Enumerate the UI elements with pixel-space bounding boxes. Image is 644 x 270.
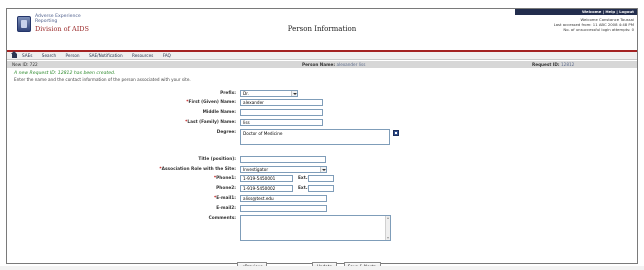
scroll-down-icon[interactable] (386, 237, 389, 239)
association-role-label: *Association Role with the Site: (159, 167, 236, 172)
nav-item-saes[interactable]: SAEs (22, 53, 32, 58)
success-message: A new Request ID: 12812 has been created… (14, 71, 116, 76)
comments-row: Comments: (7, 215, 637, 243)
nav-item-person[interactable]: Person (66, 53, 80, 58)
phone1-input[interactable]: 1-919-5450001 (240, 175, 293, 182)
header: Adverse Experience Reporting Division of… (7, 9, 637, 50)
first-name-row: *First (Given) Name: alexander (7, 99, 637, 107)
degree-label: Degree: (216, 130, 236, 135)
revision-id: New ID: 722 (12, 62, 38, 67)
app-window: Adverse Experience Reporting Division of… (6, 8, 638, 270)
association-role-select[interactable]: Investigator (240, 166, 327, 173)
last-name-input[interactable]: liss (240, 119, 323, 126)
last-name-row: *Last (Family) Name: liss (7, 119, 637, 127)
person-name-value: alexander liss (336, 62, 366, 67)
title-label: Title (position): (198, 157, 236, 162)
nav-item-search[interactable]: Search (42, 53, 56, 58)
phone2-ext-input[interactable] (308, 185, 334, 192)
phone2-row: Phone2: 1-919-5450002 Ext.: (7, 185, 637, 193)
page-bottom-margin (0, 266, 644, 270)
welcome-panel: Welcome Constance Toussai Last accessed … (484, 17, 634, 33)
phone2-input[interactable]: 1-919-5450002 (240, 185, 293, 192)
degree-field[interactable]: Doctor of Medicine (240, 129, 390, 145)
degree-picker-icon[interactable] (393, 130, 399, 136)
email1-label: *E-mail1: (214, 196, 236, 201)
degree-row: Degree: Doctor of Medicine (7, 129, 637, 147)
phone1-ext-input[interactable] (308, 175, 334, 182)
prefix-row: Prefix: Dr. (7, 90, 637, 98)
home-icon[interactable] (11, 51, 17, 58)
middle-name-row: Middle Name: (7, 109, 637, 117)
title-row: Title (position): (7, 156, 637, 164)
chevron-down-icon (291, 91, 297, 96)
scroll-up-icon[interactable] (386, 217, 389, 219)
request-id-display: Request ID: 12812 (532, 61, 574, 68)
nav-item-resources[interactable]: Resources (132, 53, 153, 58)
record-info-bar: New ID: 722 Person Name: alexander liss … (7, 61, 637, 68)
request-id-label: Request ID: (532, 62, 560, 67)
email2-label: E-mail2: (216, 206, 236, 211)
instructions-text: Enter the name and the contact informati… (14, 77, 191, 82)
phone1-row: *Phone1: 1-919-5450001 Ext.: (7, 175, 637, 183)
comments-textarea[interactable] (240, 215, 391, 241)
email1-input[interactable]: aliss@test.edu (240, 195, 327, 202)
first-name-label: *First (Given) Name: (186, 100, 236, 105)
email2-row: E-mail2: (7, 205, 637, 213)
last-name-label: *Last (Family) Name: (185, 120, 236, 125)
middle-name-input[interactable] (240, 109, 323, 116)
user-links[interactable]: Welcome | Help | Logout (515, 9, 637, 15)
association-role-row: *Association Role with the Site: Investi… (7, 166, 637, 174)
comments-scrollbar[interactable] (385, 216, 390, 240)
nav-item-sae-notification[interactable]: SAE/Notification (89, 53, 123, 58)
phone1-label: *Phone1: (213, 176, 236, 181)
login-attempts-text: No. of unsuccessful login attempts: 0 (563, 27, 634, 33)
person-name-label: Person Name: (302, 62, 335, 67)
prefix-value: Dr. (243, 91, 249, 96)
person-name-display: Person Name: alexander liss (302, 61, 365, 68)
email2-input[interactable] (240, 205, 327, 212)
prefix-label: Prefix: (220, 91, 236, 96)
main-nav: SAEs Search Person SAE/Notification Reso… (7, 51, 637, 60)
title-input[interactable] (240, 156, 326, 163)
logo-line-2: Reporting (35, 19, 58, 24)
nav-item-faq[interactable]: FAQ (163, 53, 171, 58)
association-role-value: Investigator (243, 167, 269, 172)
prefix-select[interactable]: Dr. (240, 90, 298, 97)
chevron-down-icon (320, 167, 326, 172)
email1-row: *E-mail1: aliss@test.edu (7, 195, 637, 203)
comments-label: Comments: (208, 216, 236, 221)
middle-name-label: Middle Name: (202, 110, 236, 115)
phone2-label: Phone2: (216, 186, 236, 191)
request-id-value[interactable]: 12812 (561, 62, 574, 67)
first-name-input[interactable]: alexander (240, 99, 323, 106)
